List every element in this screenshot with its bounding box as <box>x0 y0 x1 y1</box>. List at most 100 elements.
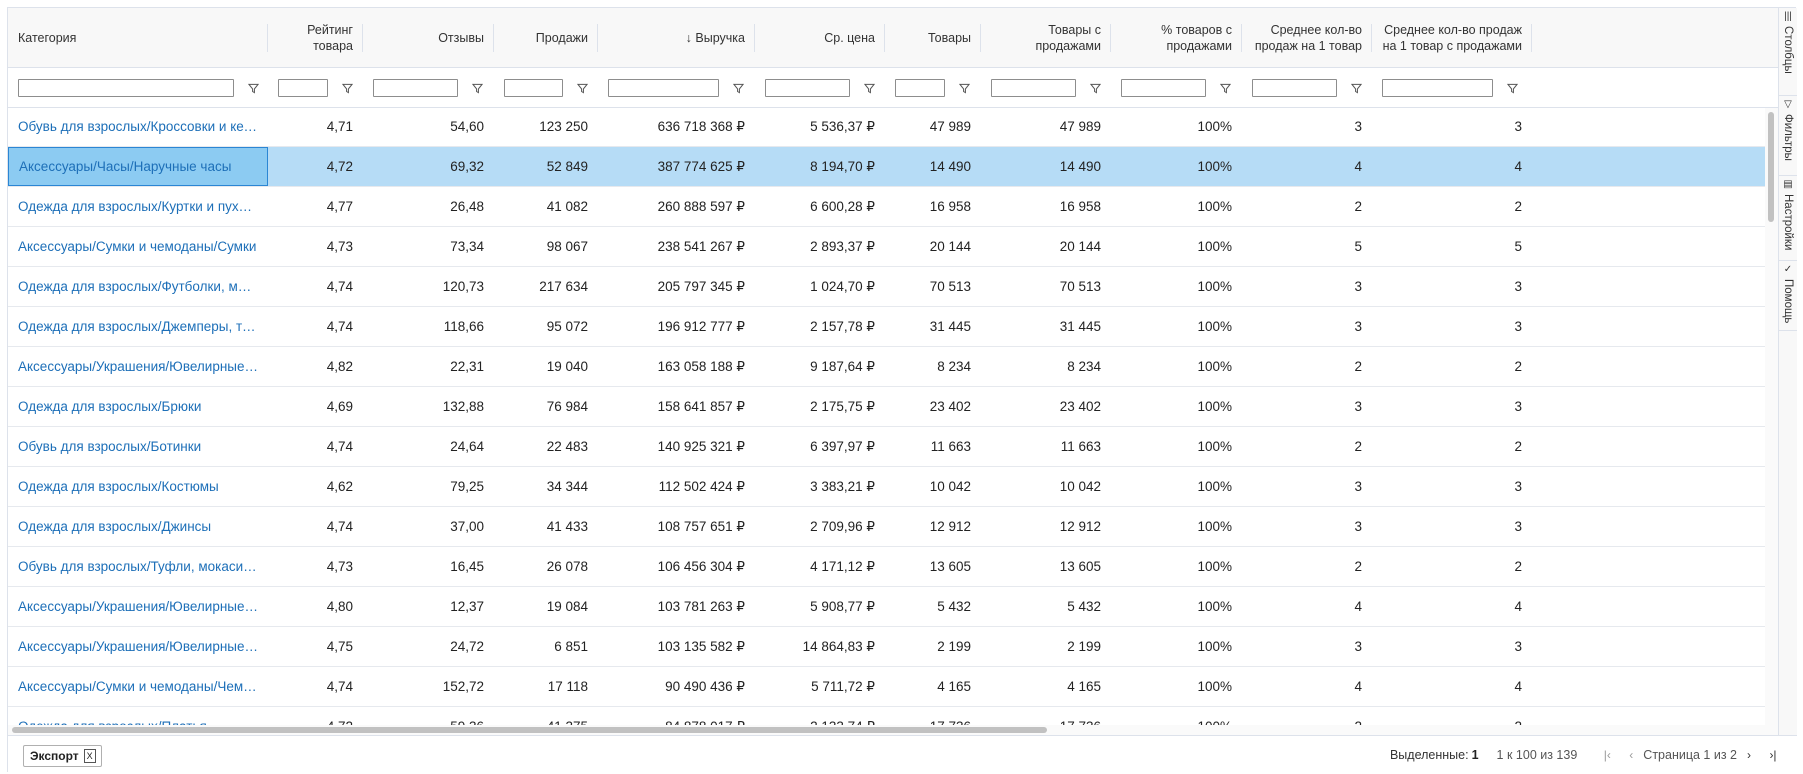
filter-input-avg_sales_per_item[interactable] <box>1252 79 1337 97</box>
filter-input-rating[interactable] <box>278 79 328 97</box>
column-header-label: ↓ Выручка <box>685 31 745 45</box>
cell-text: 31 445 <box>1059 319 1101 334</box>
cell-revenue: 636 718 368 ₽ <box>598 108 755 146</box>
filter-input-items_with_sales[interactable] <box>991 79 1076 97</box>
table-row[interactable]: Аксессуары/Сумки и чемоданы/Сумки 4,73 73,… <box>8 227 1765 267</box>
prev-page-icon[interactable]: ‹ <box>1623 748 1639 762</box>
category-link[interactable]: Аксессуары/Часы/Наручные часы <box>8 147 268 186</box>
cell-rating: 4,82 <box>268 347 363 386</box>
side-tab-columns[interactable]: ||| Столбцы <box>1779 8 1797 96</box>
category-link[interactable]: Аксессуары/Украшения/Ювелирные укр... <box>8 587 268 626</box>
category-link[interactable]: Одежда для взрослых/Джинсы <box>8 507 268 546</box>
filter-input-category[interactable] <box>18 79 234 97</box>
category-link[interactable]: Одежда для взрослых/Джемперы, толсто... <box>8 307 268 346</box>
cell-reviews: 24,64 <box>363 427 494 466</box>
column-resize-handle[interactable] <box>1531 24 1532 52</box>
filter-input-pct_with_sales[interactable] <box>1121 79 1206 97</box>
category-link[interactable]: Аксессуары/Украшения/Ювелирные укр... <box>8 627 268 666</box>
export-button[interactable]: Экспорт X <box>23 745 102 767</box>
cell-text: Аксессуары/Часы/Наручные часы <box>19 159 232 174</box>
column-header-rating[interactable]: Рейтинг товара <box>268 8 363 68</box>
filter-icon[interactable] <box>1090 83 1101 94</box>
cell-text: 100% <box>1197 119 1232 134</box>
category-link[interactable]: Одежда для взрослых/Брюки <box>8 387 268 426</box>
filter-icon[interactable] <box>248 83 259 94</box>
filter-icon[interactable] <box>472 83 483 94</box>
cell-text: Одежда для взрослых/Куртки и пуховики <box>18 199 258 214</box>
table-row[interactable]: Аксессуары/Украшения/Ювелирные укр... 4,7… <box>8 627 1765 667</box>
cell-avg_sales_per_selling_item: 3 <box>1372 387 1532 426</box>
cell-items: 2 199 <box>885 627 981 666</box>
column-header-avg_sales_per_selling_item[interactable]: Среднее кол-во продаж на 1 товар с прода… <box>1372 8 1532 68</box>
table-row[interactable]: Обувь для взрослых/Ботинки 4,74 24,64 22 48… <box>8 427 1765 467</box>
category-link[interactable]: Одежда для взрослых/Платья <box>8 707 268 725</box>
table-row[interactable]: Одежда для взрослых/Джемперы, толсто... 4… <box>8 307 1765 347</box>
table-row[interactable]: Одежда для взрослых/Брюки 4,69 132,88 76 98… <box>8 387 1765 427</box>
side-tab-columns-label: Столбцы <box>1782 26 1794 74</box>
category-link[interactable]: Аксессуары/Сумки и чемоданы/Сумки <box>8 227 268 266</box>
filter-icon[interactable] <box>577 83 588 94</box>
column-header-avg_sales_per_item[interactable]: Среднее кол-во продаж на 1 товар <box>1242 8 1372 68</box>
table-row[interactable]: Аксессуары/Часы/Наручные часы 4,72 69,32 52… <box>8 147 1765 187</box>
cell-text: 2 157,78 ₽ <box>810 318 875 334</box>
table-row[interactable]: Одежда для взрослых/Куртки и пуховики 4,7… <box>8 187 1765 227</box>
category-link[interactable]: Обувь для взрослых/Туфли, мокасины, м... <box>8 547 268 586</box>
filter-input-items[interactable] <box>895 79 945 97</box>
filter-input-sales[interactable] <box>504 79 563 97</box>
filter-icon[interactable] <box>959 83 970 94</box>
column-header-reviews[interactable]: Отзывы <box>363 8 494 68</box>
filter-icon[interactable] <box>342 83 353 94</box>
category-link[interactable]: Обувь для взрослых/Кроссовки и кеды <box>8 108 268 146</box>
vertical-scrollbar[interactable] <box>1765 108 1778 725</box>
column-header-avg_price[interactable]: Ср. цена <box>755 8 885 68</box>
column-header-items_with_sales[interactable]: Товары с продажами <box>981 8 1111 68</box>
filter-input-avg_sales_per_selling_item[interactable] <box>1382 79 1493 97</box>
cell-avg_price: 2 893,37 ₽ <box>755 227 885 266</box>
table-row[interactable]: Одежда для взрослых/Платья4,7259,3641 37… <box>8 707 1765 726</box>
column-header-pct_with_sales[interactable]: % товаров с продажами <box>1111 8 1242 68</box>
category-link[interactable]: Аксессуары/Украшения/Ювелирные укр... <box>8 347 268 386</box>
category-link[interactable]: Одежда для взрослых/Куртки и пуховики <box>8 187 268 226</box>
category-link[interactable]: Аксессуары/Сумки и чемоданы/Чемоданы <box>8 667 268 706</box>
grid-body[interactable]: Обувь для взрослых/Кроссовки и кеды 4,71 5… <box>8 108 1765 725</box>
cell-text: 90 490 436 ₽ <box>665 678 745 694</box>
last-page-icon[interactable]: ›| <box>1765 748 1781 762</box>
horizontal-scrollbar[interactable] <box>8 725 1778 735</box>
cell-revenue: 163 058 188 ₽ <box>598 347 755 386</box>
cell-text: 26,48 <box>450 199 484 214</box>
category-link[interactable]: Одежда для взрослых/Футболки, майки ... <box>8 267 268 306</box>
table-row[interactable]: Одежда для взрослых/Футболки, майки ... 4… <box>8 267 1765 307</box>
filter-icon[interactable] <box>1351 83 1362 94</box>
next-page-icon[interactable]: › <box>1741 748 1757 762</box>
first-page-icon[interactable]: |‹ <box>1599 748 1615 762</box>
side-tab-help[interactable]: ✓ Помощь <box>1779 261 1797 331</box>
table-row[interactable]: Аксессуары/Украшения/Ювелирные укр... 4,8… <box>8 587 1765 627</box>
table-row[interactable]: Обувь для взрослых/Кроссовки и кеды 4,71 5… <box>8 108 1765 147</box>
column-header-category[interactable]: Категория <box>8 8 268 68</box>
table-row[interactable]: Обувь для взрослых/Туфли, мокасины, м...… <box>8 547 1765 587</box>
side-tab-settings[interactable]: ▤ Настройки <box>1779 176 1797 261</box>
filter-icon[interactable] <box>1507 83 1518 94</box>
category-link[interactable]: Одежда для взрослых/Костюмы <box>8 467 268 506</box>
table-row[interactable]: Аксессуары/Украшения/Ювелирные укр... 4,8… <box>8 347 1765 387</box>
side-tab-filters[interactable]: ▽ Фильтры <box>1779 96 1797 176</box>
filter-icon[interactable] <box>864 83 875 94</box>
category-link[interactable]: Обувь для взрослых/Ботинки <box>8 427 268 466</box>
cell-text: 13 605 <box>929 559 971 574</box>
column-header-revenue[interactable]: ↓ Выручка <box>598 8 755 68</box>
cell-sales: 17 118 <box>494 667 598 706</box>
column-header-sales[interactable]: Продажи <box>494 8 598 68</box>
table-row[interactable]: Аксессуары/Сумки и чемоданы/Чемоданы 4,74… <box>8 667 1765 707</box>
vertical-scroll-thumb[interactable] <box>1768 112 1774 222</box>
table-row[interactable]: Одежда для взрослых/Костюмы 4,62 79,25 34 3… <box>8 467 1765 507</box>
filter-input-avg_price[interactable] <box>765 79 850 97</box>
filter-icon[interactable] <box>1220 83 1231 94</box>
cell-text: 47 989 <box>929 119 971 134</box>
horizontal-scroll-thumb[interactable] <box>12 727 1047 733</box>
cell-text: 19 084 <box>546 599 588 614</box>
column-header-items[interactable]: Товары <box>885 8 981 68</box>
filter-icon[interactable] <box>733 83 744 94</box>
filter-input-revenue[interactable] <box>608 79 719 97</box>
filter-input-reviews[interactable] <box>373 79 458 97</box>
table-row[interactable]: Одежда для взрослых/Джинсы 4,74 37,00 41 43… <box>8 507 1765 547</box>
